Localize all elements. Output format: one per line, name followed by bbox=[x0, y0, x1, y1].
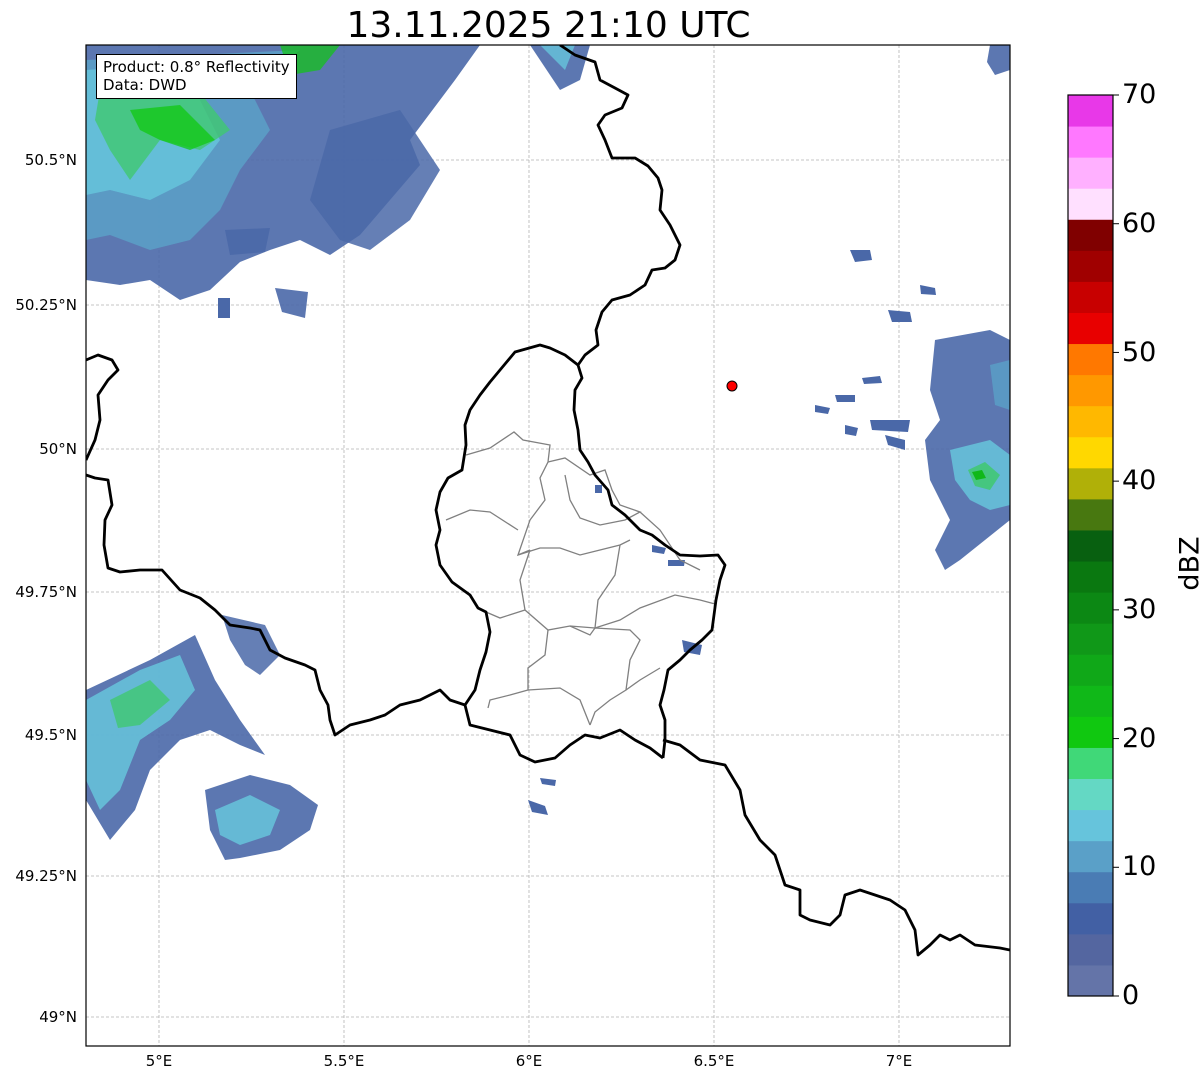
lon-label: 6.5°E bbox=[693, 1052, 735, 1070]
lon-label: 7°E bbox=[885, 1052, 913, 1070]
lat-label: 49.5°N bbox=[24, 726, 77, 744]
radar-site-marker bbox=[726, 380, 738, 392]
colorbar-segment bbox=[1068, 716, 1113, 748]
colorbar-tick-label: 60 bbox=[1122, 208, 1157, 239]
colorbar-segment bbox=[1068, 467, 1113, 500]
colorbar-segment bbox=[1068, 778, 1113, 811]
data-source-label: Data: DWD bbox=[103, 76, 187, 94]
colorbar-tick-label: 30 bbox=[1122, 594, 1157, 625]
lon-label: 6°E bbox=[515, 1052, 543, 1070]
radar-map bbox=[85, 44, 1119, 1047]
lat-label: 50°N bbox=[39, 440, 77, 458]
radar-echo-east bbox=[595, 250, 1010, 655]
colorbar-segment bbox=[1068, 561, 1113, 593]
colorbar-segment bbox=[1068, 902, 1113, 935]
colorbar-segment bbox=[1068, 126, 1113, 158]
colorbar-segment bbox=[1068, 95, 1113, 127]
colorbar-segment bbox=[1068, 219, 1113, 251]
colorbar-tick-label: 40 bbox=[1122, 465, 1157, 496]
colorbar-segment bbox=[1068, 436, 1113, 469]
colorbar-segment bbox=[1068, 871, 1113, 904]
lon-label: 5.5°E bbox=[323, 1052, 365, 1070]
info-box: Product: 0.8° Reflectivity Data: DWD bbox=[96, 54, 297, 99]
lat-label: 49.25°N bbox=[15, 867, 77, 885]
lat-label: 49°N bbox=[39, 1008, 77, 1026]
colorbar-segment bbox=[1068, 840, 1113, 873]
colorbar-segment bbox=[1068, 933, 1113, 966]
product-label: Product: 0.8° Reflectivity bbox=[103, 58, 290, 76]
colorbar-segment bbox=[1068, 809, 1113, 842]
colorbar-segment bbox=[1068, 343, 1113, 376]
colorbar-segment bbox=[1068, 374, 1113, 407]
colorbar-segment bbox=[1068, 312, 1113, 345]
colorbar-segment bbox=[1068, 685, 1113, 717]
colorbar-tick-label: 0 bbox=[1122, 980, 1140, 1011]
colorbar-tick-label: 50 bbox=[1122, 337, 1157, 368]
colorbar-segment bbox=[1068, 623, 1113, 655]
canton-boundaries bbox=[445, 431, 716, 726]
colorbar-segment bbox=[1068, 592, 1113, 624]
colorbar-tick-label: 70 bbox=[1122, 79, 1157, 110]
lon-label: 5°E bbox=[145, 1052, 173, 1070]
lat-label: 50.5°N bbox=[24, 151, 77, 169]
map-area bbox=[86, 45, 1010, 1046]
colorbar-segment bbox=[1068, 281, 1113, 313]
colorbar-segment bbox=[1068, 964, 1113, 997]
colorbar-segment bbox=[1068, 157, 1113, 189]
colorbar-segment bbox=[1068, 188, 1113, 220]
lat-label: 50.25°N bbox=[15, 296, 77, 314]
colorbar-segment bbox=[1068, 250, 1113, 282]
colorbar-segment bbox=[1068, 405, 1113, 438]
colorbar-tick-label: 10 bbox=[1122, 851, 1157, 882]
colorbar-segment bbox=[1068, 529, 1113, 562]
colorbar bbox=[1068, 94, 1119, 997]
colorbar-segment bbox=[1068, 654, 1113, 686]
colorbar-unit-label: dBZ bbox=[1174, 536, 1202, 591]
colorbar-segment bbox=[1068, 747, 1113, 780]
lat-label: 49.75°N bbox=[15, 583, 77, 601]
colorbar-tick-label: 20 bbox=[1122, 723, 1157, 754]
colorbar-segment bbox=[1068, 498, 1113, 531]
